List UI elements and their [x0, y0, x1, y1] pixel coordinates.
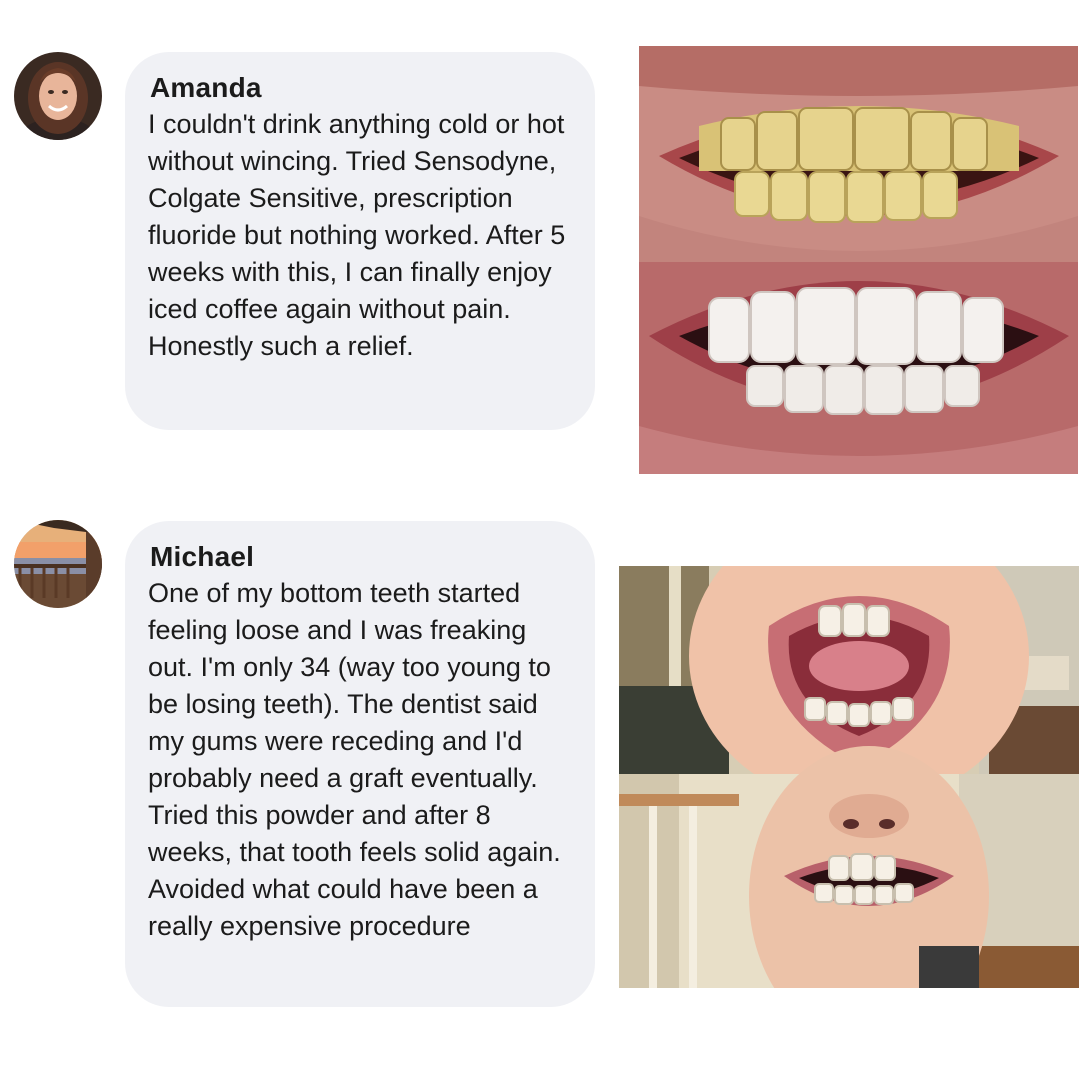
avatar-michael[interactable] — [14, 520, 102, 608]
before-after-photo[interactable] — [639, 46, 1078, 474]
review-text: One of my bottom teeth started feeling l… — [148, 578, 561, 941]
reviewer-name: Michael — [150, 541, 255, 572]
avatar-amanda[interactable] — [14, 52, 102, 140]
review-text: I couldn't drink anything cold or hot wi… — [148, 109, 566, 361]
before-after-photo[interactable] — [619, 566, 1079, 988]
review-bubble: Amanda I couldn't drink anything cold or… — [125, 52, 595, 430]
reviewer-name: Amanda — [150, 72, 262, 103]
review-bubble: Michael One of my bottom teeth started f… — [125, 521, 595, 1007]
